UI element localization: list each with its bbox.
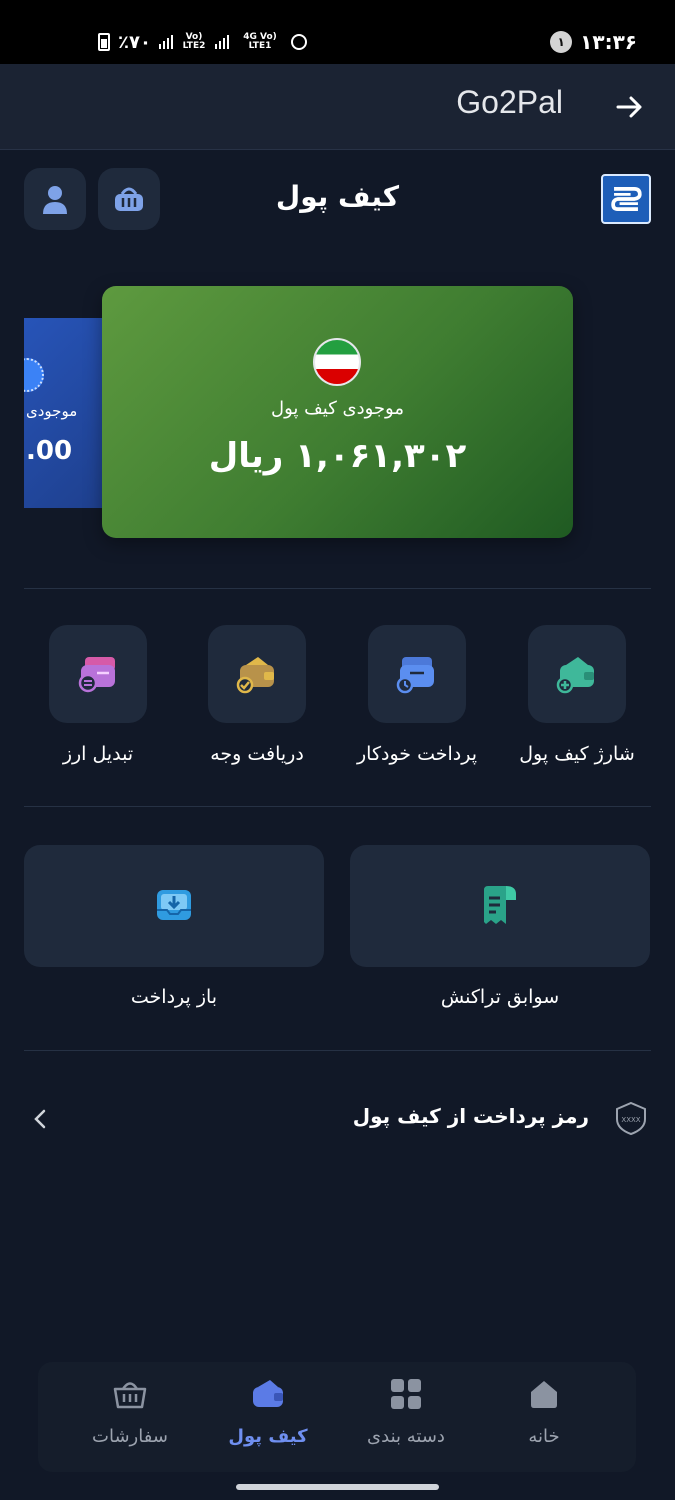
charge-wallet-tile[interactable] — [528, 625, 626, 723]
nav-item-categories[interactable]: دسته بندی — [341, 1374, 471, 1447]
go2pal-logo — [601, 174, 651, 224]
user-icon — [43, 186, 67, 214]
auto-payment-tile[interactable] — [368, 625, 466, 723]
notification-count: ۱ — [550, 31, 573, 53]
nav-item-orders[interactable]: سفارشات — [65, 1374, 195, 1447]
inbox-download-icon — [157, 890, 191, 920]
wallet-balance-label: موجودی کیف پول — [271, 398, 404, 419]
nav-label-categories: دسته بندی — [367, 1426, 445, 1447]
currency-exchange-icon — [78, 657, 115, 693]
secondary-balance-label: موجودی — [26, 402, 78, 420]
iran-flag-icon — [313, 338, 361, 386]
auto-payment-action[interactable]: پرداخت خودکار — [352, 625, 482, 765]
receive-money-action[interactable]: دریافت وجه — [192, 625, 322, 765]
card-clock-icon — [396, 657, 434, 694]
nav-item-wallet[interactable]: کیف پول — [203, 1374, 333, 1447]
grid-icon — [391, 1379, 421, 1409]
nav-label-home: خانه — [528, 1426, 560, 1447]
basket-icon — [115, 187, 143, 211]
transaction-history-tile[interactable] — [350, 845, 650, 967]
page-title: کیف پول — [275, 180, 400, 213]
nav-label-orders: سفارشات — [92, 1426, 168, 1447]
shield-password-text: XXXX — [621, 1116, 640, 1124]
basket-button[interactable] — [98, 168, 160, 230]
arrow-right-icon[interactable] — [615, 92, 645, 122]
receive-money-label: دریافت وجه — [210, 743, 304, 765]
clock: ۱۳:۳۶ — [580, 30, 637, 54]
currency-exchange-action[interactable]: تبدیل ارز — [33, 625, 163, 765]
coin-icon — [24, 358, 44, 392]
divider — [24, 806, 651, 807]
receipt-icon — [484, 886, 516, 924]
alarm-icon — [290, 34, 307, 50]
receive-money-tile[interactable] — [208, 625, 306, 723]
home-indicator[interactable] — [236, 1484, 439, 1490]
charge-wallet-label: شارژ کیف پول — [519, 743, 635, 765]
status-bar: ٪۷۰ Vo) LTE2 4G Vo) LTE1 ۱ ۱۳:۳۶ — [0, 0, 675, 64]
divider — [24, 588, 651, 589]
charge-wallet-action[interactable]: شارژ کیف پول — [512, 625, 642, 765]
wallet-balance-amount: ۱,۰۶۱,۳۰۲ ریال — [208, 436, 467, 476]
wallet-balance-card[interactable]: موجودی کیف پول ۱,۰۶۱,۳۰۲ ریال — [102, 286, 573, 538]
signal-icon — [214, 35, 229, 49]
app-title: Go2Pal — [456, 84, 563, 120]
chevron-left-icon — [34, 1109, 46, 1129]
home-icon — [531, 1381, 557, 1408]
battery-percent: ٪۷۰ — [118, 31, 151, 53]
status-icons-right: ۱ ۱۳:۳۶ — [550, 28, 637, 56]
balance-card-secondary[interactable]: موجودی .00 — [24, 318, 114, 508]
nav-item-home[interactable]: خانه — [479, 1374, 609, 1447]
currency-exchange-label: تبدیل ارز — [62, 743, 134, 765]
bottom-nav: خانه دسته بندی کیف پول سفارشات — [38, 1362, 636, 1472]
nav-label-wallet: کیف پول — [228, 1426, 308, 1447]
shield-password-icon: XXXX — [616, 1101, 646, 1136]
battery-icon — [98, 33, 110, 51]
divider — [24, 1050, 651, 1051]
auto-payment-label: پرداخت خودکار — [357, 743, 477, 765]
repayment-tile[interactable] — [24, 845, 324, 967]
signal-icon — [158, 35, 173, 49]
wallet-icon — [253, 1380, 283, 1407]
sim2-network-tag: 4G Vo) LTE1 — [243, 32, 277, 51]
sim1-network-tag: Vo) LTE2 — [182, 32, 206, 51]
transaction-history-label: سوابق تراکنش — [440, 986, 560, 1008]
repayment-label: باز پرداخت — [130, 986, 218, 1008]
wallet-check-icon — [236, 657, 274, 694]
app-bar: Go2Pal — [0, 64, 675, 150]
profile-button[interactable] — [24, 168, 86, 230]
wallet-header: کیف پول — [0, 168, 675, 230]
wallet-pin-label: رمز پرداخت از کیف پول — [352, 1104, 589, 1128]
wallet-pin-row[interactable]: رمز پرداخت از کیف پول XXXX — [24, 1090, 651, 1150]
secondary-balance-amount: .00 — [26, 436, 73, 466]
wallet-add-icon — [556, 657, 594, 694]
basket-icon — [113, 1382, 147, 1409]
currency-exchange-tile[interactable] — [49, 625, 147, 723]
status-icons-left: ٪۷۰ Vo) LTE2 4G Vo) LTE1 — [98, 28, 307, 56]
